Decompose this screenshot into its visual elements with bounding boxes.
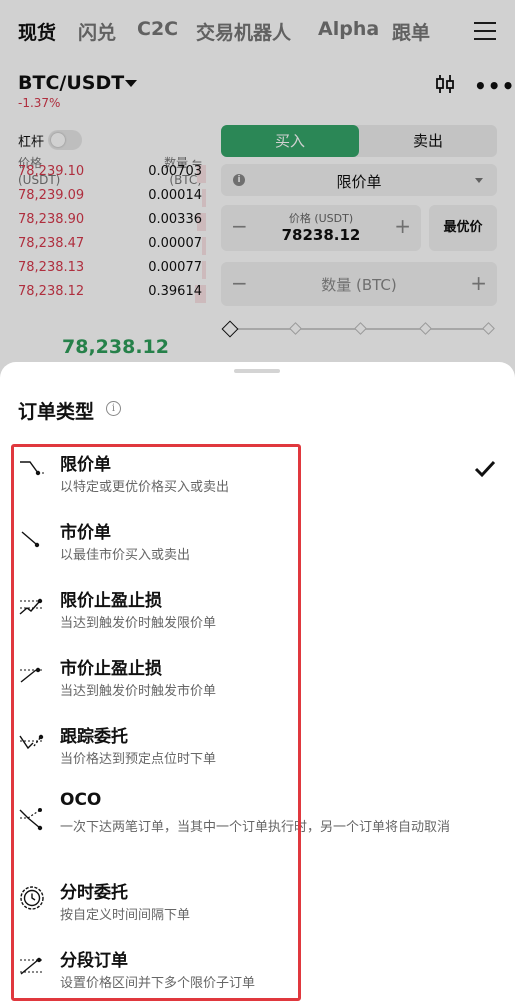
info-icon[interactable]: i [106,401,121,416]
sheet-drag-handle[interactable] [234,369,280,373]
highlight-annotation-box [11,444,301,1001]
sheet-title: 订单类型 [18,401,95,423]
order-type-sheet: 订单类型 i 限价单 以特定或更优价格买入或卖出 市价单 以最佳市价买入或卖出 … [0,362,515,1008]
checkmark-icon [474,460,496,478]
